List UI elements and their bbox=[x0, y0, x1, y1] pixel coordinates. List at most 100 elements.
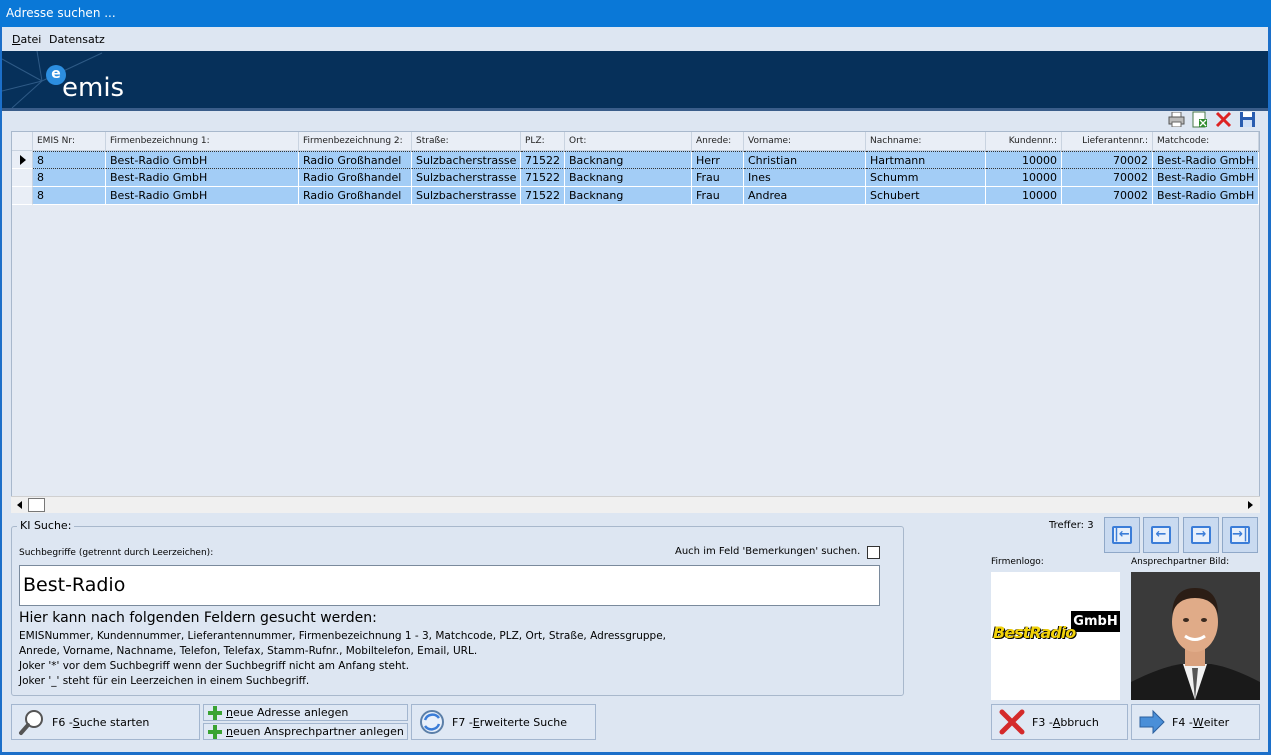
col-header-emis-nr[interactable]: EMIS Nr: bbox=[33, 132, 106, 151]
hit-count: Treffer: 3 bbox=[1049, 520, 1094, 531]
previous-record-button[interactable]: ← bbox=[1143, 517, 1179, 553]
cell-plz[interactable]: 71522 bbox=[521, 151, 565, 169]
contact-photo[interactable] bbox=[1131, 572, 1260, 700]
search-terms-label: Suchbegriffe (getrennt durch Leerzeichen… bbox=[19, 548, 214, 558]
cell-anrede[interactable]: Frau bbox=[692, 187, 744, 205]
cell-lieferantennr[interactable]: 70002 bbox=[1062, 151, 1153, 169]
col-header-anrede[interactable]: Anrede: bbox=[692, 132, 744, 151]
search-input[interactable]: Best-Radio bbox=[19, 565, 880, 606]
search-joker-info-line: Joker '*' vor dem Suchbegriff wenn der S… bbox=[19, 660, 410, 672]
cell-emis-nr[interactable]: 8 bbox=[33, 151, 106, 169]
cell-ort[interactable]: Backnang bbox=[565, 151, 692, 169]
cell-nachname[interactable]: Schubert bbox=[866, 187, 986, 205]
menu-datensatz[interactable]: Datensatz bbox=[49, 33, 105, 46]
abbruch-button[interactable]: F3 - Abbruch bbox=[991, 704, 1128, 740]
grid-toolbar bbox=[1165, 110, 1261, 130]
advanced-search-icon bbox=[418, 708, 446, 736]
cell-firmenbezeichnung-2[interactable]: Radio Großhandel bbox=[299, 151, 412, 169]
cell-strasse[interactable]: Sulzbacherstrasse bbox=[412, 169, 521, 187]
weiter-label: eiter bbox=[1203, 715, 1230, 729]
cell-firmenbezeichnung-1[interactable]: Best-Radio GmbH bbox=[106, 151, 299, 169]
cell-firmenbezeichnung-1[interactable]: Best-Radio GmbH bbox=[106, 169, 299, 187]
cell-kundennr[interactable]: 10000 bbox=[986, 187, 1062, 205]
col-header-vorname[interactable]: Vorname: bbox=[744, 132, 866, 151]
search-fields-info-line: Anrede, Vorname, Nachname, Telefon, Tele… bbox=[19, 645, 478, 657]
print-icon[interactable] bbox=[1167, 110, 1186, 129]
last-record-icon: →| bbox=[1230, 526, 1250, 544]
cell-matchcode[interactable]: Best-Radio GmbH bbox=[1153, 187, 1259, 205]
cell-vorname[interactable]: Christian bbox=[744, 151, 866, 169]
table-row[interactable]: 8 Best-Radio GmbH Radio Großhandel Sulzb… bbox=[12, 151, 1259, 169]
grid-header-indicator bbox=[12, 132, 33, 151]
menu-datei-label: atei bbox=[20, 33, 42, 46]
scroll-left-button[interactable] bbox=[11, 497, 28, 513]
row-indicator bbox=[12, 151, 33, 169]
neuer-ansprechpartner-hotkey: n bbox=[226, 725, 233, 738]
cell-kundennr[interactable]: 10000 bbox=[986, 169, 1062, 187]
cancel-icon bbox=[998, 708, 1026, 736]
cell-emis-nr[interactable]: 8 bbox=[33, 169, 106, 187]
col-header-nachname[interactable]: Nachname: bbox=[866, 132, 986, 151]
delete-icon[interactable] bbox=[1214, 110, 1233, 129]
cell-anrede[interactable]: Frau bbox=[692, 169, 744, 187]
neue-adresse-button[interactable]: n eue Adresse anlegen bbox=[203, 704, 408, 721]
cell-firmenbezeichnung-2[interactable]: Radio Großhandel bbox=[299, 187, 412, 205]
col-header-matchcode[interactable]: Matchcode: bbox=[1153, 132, 1259, 151]
cell-emis-nr[interactable]: 8 bbox=[33, 187, 106, 205]
remarks-checkbox-label[interactable]: Auch im Feld 'Bemerkungen' suchen. bbox=[675, 546, 860, 557]
suche-starten-button[interactable]: F6 - Suche starten bbox=[11, 704, 200, 740]
first-record-button[interactable]: |← bbox=[1104, 517, 1140, 553]
cell-firmenbezeichnung-2[interactable]: Radio Großhandel bbox=[299, 169, 412, 187]
cell-nachname[interactable]: Hartmann bbox=[866, 151, 986, 169]
ki-search-title: KI Suche: bbox=[17, 519, 75, 532]
neuer-ansprechpartner-button[interactable]: n euen Ansprechpartner anlegen bbox=[203, 723, 408, 740]
weiter-prefix: F4 - bbox=[1172, 715, 1193, 729]
menu-datei[interactable]: Datei bbox=[12, 33, 41, 46]
last-record-button[interactable]: →| bbox=[1222, 517, 1258, 553]
export-excel-icon[interactable] bbox=[1190, 110, 1209, 129]
col-header-lieferantennr[interactable]: Lieferantennr.: bbox=[1062, 132, 1153, 151]
cell-strasse[interactable]: Sulzbacherstrasse bbox=[412, 187, 521, 205]
window-title: Adresse suchen ... bbox=[6, 6, 116, 20]
company-logo-gmbh: GmbH bbox=[1071, 611, 1120, 632]
emis-banner: e emis bbox=[2, 51, 1268, 108]
cell-vorname[interactable]: Ines bbox=[744, 169, 866, 187]
col-header-plz[interactable]: PLZ: bbox=[521, 132, 565, 151]
cell-matchcode[interactable]: Best-Radio GmbH bbox=[1153, 169, 1259, 187]
col-header-firmenbezeichnung-1[interactable]: Firmenbezeichnung 1: bbox=[106, 132, 299, 151]
cell-lieferantennr[interactable]: 70002 bbox=[1062, 187, 1153, 205]
table-row[interactable]: 8 Best-Radio GmbH Radio Großhandel Sulzb… bbox=[12, 169, 1259, 187]
cell-matchcode[interactable]: Best-Radio GmbH bbox=[1153, 151, 1259, 169]
table-row[interactable]: 8 Best-Radio GmbH Radio Großhandel Sulzb… bbox=[12, 187, 1259, 205]
col-header-kundennr[interactable]: Kundennr.: bbox=[986, 132, 1062, 151]
contact-portrait-icon bbox=[1131, 572, 1260, 700]
erweiterte-suche-button[interactable]: F7 - Erweiterte Suche bbox=[411, 704, 596, 740]
col-header-ort[interactable]: Ort: bbox=[565, 132, 692, 151]
cell-kundennr[interactable]: 10000 bbox=[986, 151, 1062, 169]
weiter-button[interactable]: F4 - Weiter bbox=[1131, 704, 1260, 740]
horizontal-scrollbar[interactable] bbox=[11, 496, 1260, 513]
window-title-bar[interactable]: Adresse suchen ... bbox=[0, 0, 1271, 27]
cell-firmenbezeichnung-1[interactable]: Best-Radio GmbH bbox=[106, 187, 299, 205]
cell-nachname[interactable]: Schumm bbox=[866, 169, 986, 187]
weiter-hotkey: W bbox=[1192, 715, 1204, 729]
next-record-button[interactable]: → bbox=[1183, 517, 1219, 553]
scrollbar-thumb[interactable] bbox=[28, 498, 45, 512]
remarks-checkbox[interactable] bbox=[867, 546, 880, 559]
cell-plz[interactable]: 71522 bbox=[521, 169, 565, 187]
cell-anrede[interactable]: Herr bbox=[692, 151, 744, 169]
cell-vorname[interactable]: Andrea bbox=[744, 187, 866, 205]
col-header-firmenbezeichnung-2[interactable]: Firmenbezeichnung 2: bbox=[299, 132, 412, 151]
col-header-strasse[interactable]: Straße: bbox=[412, 132, 521, 151]
cell-strasse[interactable]: Sulzbacherstrasse bbox=[412, 151, 521, 169]
scroll-right-button[interactable] bbox=[1242, 497, 1259, 513]
scroll-left-arrow-icon bbox=[17, 501, 22, 509]
scroll-right-arrow-icon bbox=[1248, 501, 1253, 509]
cell-lieferantennr[interactable]: 70002 bbox=[1062, 169, 1153, 187]
search-fields-heading: Hier kann nach folgenden Feldern gesucht… bbox=[19, 610, 377, 626]
cell-ort[interactable]: Backnang bbox=[565, 187, 692, 205]
cell-ort[interactable]: Backnang bbox=[565, 169, 692, 187]
cell-plz[interactable]: 71522 bbox=[521, 187, 565, 205]
save-icon[interactable] bbox=[1238, 110, 1257, 129]
address-grid[interactable]: EMIS Nr: Firmenbezeichnung 1: Firmenbeze… bbox=[11, 131, 1260, 513]
